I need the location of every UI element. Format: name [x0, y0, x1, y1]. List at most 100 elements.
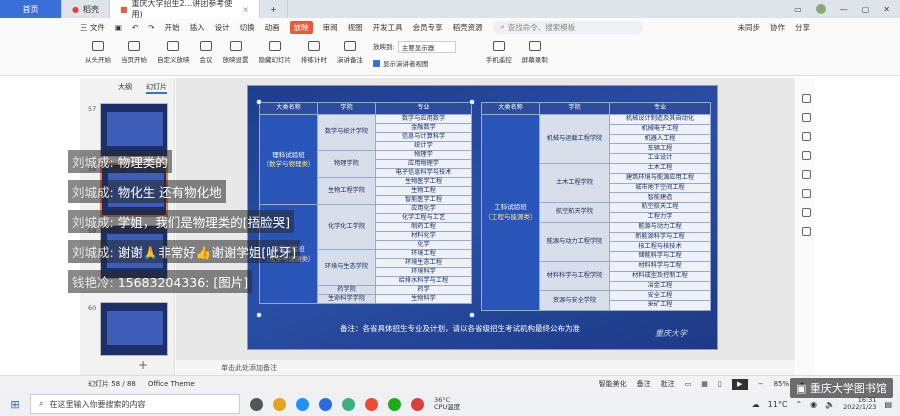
- college-cell: 化学化工学院: [317, 204, 376, 250]
- rehearse-timing-button[interactable]: 排练计时: [301, 41, 327, 64]
- windows-start-icon[interactable]: ⊞: [0, 398, 30, 411]
- animation-icon[interactable]: [801, 151, 811, 160]
- redo-icon[interactable]: ↷: [148, 23, 154, 32]
- rehearse-timing-label: 排练计时: [301, 56, 327, 64]
- close-tab-icon[interactable]: ×: [242, 5, 249, 14]
- table-header: 专业: [609, 102, 711, 115]
- zoom-level[interactable]: 85%: [774, 380, 790, 388]
- clock[interactable]: 16:31 2022/1/23: [843, 396, 876, 412]
- notification-icon[interactable]: ▤: [884, 400, 892, 409]
- resize-handle[interactable]: [469, 99, 475, 105]
- file-menu[interactable]: 三 文件: [80, 22, 105, 33]
- hide-slide-button[interactable]: 隐藏幻灯片: [259, 41, 291, 64]
- app-icon[interactable]: [342, 397, 355, 411]
- layout-icon[interactable]: [801, 189, 811, 198]
- search-icon: ⌕: [500, 22, 505, 31]
- menu-item-animation[interactable]: 动画: [265, 22, 280, 33]
- new-tab-button[interactable]: +: [260, 0, 288, 18]
- right-major-table[interactable]: 大类名称 学院 专业 工科试验班 （工程与能源类） 机械与运载工程学院 机械设计制造及其自动…: [481, 102, 711, 311]
- collab-button[interactable]: 协作: [770, 22, 785, 33]
- notes-toggle[interactable]: 备注: [637, 379, 651, 389]
- play-current-button[interactable]: 当页开始: [121, 41, 147, 64]
- command-search[interactable]: ⌕ 查找命令、搜索模板: [492, 20, 643, 34]
- settings-icon[interactable]: [801, 227, 811, 236]
- screen-record-button[interactable]: 屏幕录制: [522, 41, 548, 64]
- minimize-icon[interactable]: —: [840, 5, 848, 14]
- select-icon[interactable]: [801, 132, 811, 141]
- menu-item-member[interactable]: 会员专享: [413, 22, 443, 33]
- grid-view-icon[interactable]: ▦: [701, 380, 708, 388]
- table-icon[interactable]: [801, 170, 811, 179]
- file-explorer-icon[interactable]: [273, 397, 286, 411]
- comments-toggle[interactable]: 批注: [661, 379, 675, 389]
- screen-record-label: 屏幕录制: [521, 56, 548, 64]
- add-slide-button[interactable]: +: [138, 358, 148, 372]
- chat-message: 钱艳冷: 15683204336: [图片]: [68, 270, 253, 293]
- menu-item-view[interactable]: 视图: [348, 22, 363, 33]
- maximize-icon[interactable]: ▢: [862, 5, 870, 14]
- menu-item-insert[interactable]: 插入: [190, 22, 205, 33]
- show-settings-button[interactable]: 放映设置: [223, 41, 249, 64]
- app-icon[interactable]: [319, 397, 332, 411]
- major-cell: 机械设计制造及其自动化: [609, 114, 711, 125]
- wps-icon[interactable]: [365, 397, 378, 411]
- phone-remote-button[interactable]: 手机遥控: [486, 41, 512, 64]
- speaker-notes-button[interactable]: 演讲备注: [337, 41, 363, 64]
- tab-docer[interactable]: ● 稻壳: [62, 0, 110, 18]
- slide-canvas[interactable]: 大类名称 学院 专业 理科试验班 （数学与物理类） 数学与统计学院 数学与应用数学 金融数学信…: [247, 85, 718, 350]
- tab-slides[interactable]: 幻灯片: [146, 82, 167, 94]
- menu-item-developer[interactable]: 开发工具: [373, 22, 403, 33]
- slide-thumbnail[interactable]: [100, 302, 168, 356]
- major-cell: 统计学: [375, 141, 472, 151]
- browser-icon[interactable]: [296, 397, 309, 411]
- menu-item-transition[interactable]: 切换: [240, 22, 255, 33]
- beautify-button[interactable]: 智能美化: [599, 379, 627, 389]
- sync-status[interactable]: 未同步: [738, 22, 761, 33]
- notes-placeholder[interactable]: 单击此处添加备注: [176, 360, 795, 375]
- undo-icon[interactable]: ↶: [132, 23, 138, 32]
- share-button[interactable]: 分享: [795, 22, 810, 33]
- save-icon[interactable]: ▣: [115, 23, 122, 32]
- format-icon[interactable]: [801, 94, 811, 103]
- major-cell: 制药工程: [375, 222, 472, 232]
- menu-item-start[interactable]: 开始: [165, 22, 180, 33]
- tab-outline[interactable]: 大纲: [118, 82, 132, 94]
- slide-thumbnail[interactable]: [100, 103, 168, 157]
- chat-text: 学姐，我们是物理类的[捂脸哭]: [113, 215, 290, 230]
- avatar[interactable]: [815, 4, 826, 14]
- reading-view-icon[interactable]: ▯: [718, 380, 722, 388]
- cast-select[interactable]: 主要显示器: [397, 41, 456, 53]
- resize-handle[interactable]: [469, 312, 475, 318]
- resize-handle[interactable]: [256, 312, 262, 318]
- custom-show-button[interactable]: 自定义放映: [157, 41, 190, 64]
- play-from-start-button[interactable]: 从头开始: [85, 41, 111, 64]
- play-slideshow-button[interactable]: ▶: [731, 378, 748, 390]
- play-current-icon: [128, 41, 140, 51]
- presenter-view-checkbox[interactable]: 显示演讲者视图: [373, 58, 456, 68]
- menu-item-review[interactable]: 审阅: [323, 22, 338, 33]
- major-cell: 环境工程: [375, 249, 472, 259]
- network-icon[interactable]: ◉: [810, 400, 817, 409]
- volume-icon[interactable]: 🔈: [825, 400, 835, 409]
- taskbar-search[interactable]: ⌕ 在这里输入你要搜索的内容: [30, 394, 240, 414]
- task-view-icon[interactable]: [250, 397, 263, 411]
- resize-handle[interactable]: [256, 99, 262, 105]
- menu-item-docer-resources[interactable]: 稻壳资源: [453, 22, 483, 33]
- menu-item-design[interactable]: 设计: [215, 22, 230, 33]
- normal-view-icon[interactable]: ▭: [685, 380, 692, 388]
- app-icon[interactable]: [411, 397, 424, 411]
- menu-item-slideshow[interactable]: 放映: [289, 20, 313, 34]
- style-icon[interactable]: [801, 113, 811, 122]
- tray-up-icon[interactable]: ⌃: [795, 400, 802, 409]
- close-window-icon[interactable]: ✕: [883, 5, 890, 14]
- tab-document[interactable]: ■ 重庆大学招生2...讲团参考使用) ×: [109, 0, 260, 19]
- layout-icon[interactable]: ▭: [794, 5, 802, 14]
- weather-temp[interactable]: 11°C: [768, 400, 788, 409]
- zoom-out-icon[interactable]: −: [758, 380, 764, 388]
- major-cell: 机器人工程: [609, 133, 711, 145]
- wechat-icon[interactable]: [388, 397, 401, 411]
- tab-home[interactable]: 首页: [0, 0, 62, 18]
- backup-icon[interactable]: [801, 208, 811, 217]
- major-cell: 土木工程: [609, 162, 711, 174]
- meeting-button[interactable]: 会议: [200, 41, 213, 64]
